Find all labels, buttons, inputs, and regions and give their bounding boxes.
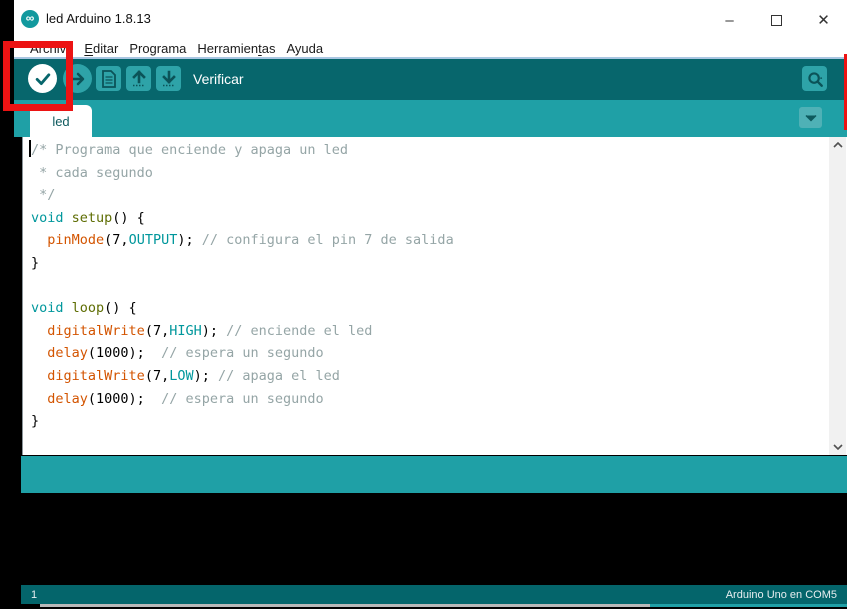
console-output (21, 493, 847, 585)
board-port-indicator: Arduino Uno en COM5 (726, 589, 837, 601)
code-line: } (31, 410, 829, 433)
window-controls: – ✕ (706, 0, 847, 40)
screenshot-canvas: ∞ led Arduino 1.8.13 – ✕ ArchivoEditarPr… (0, 0, 847, 609)
scroll-down-button[interactable] (829, 439, 846, 455)
line-number-indicator: 1 (31, 589, 37, 601)
code-line: * cada segundo (31, 162, 829, 185)
save-sketch-button[interactable] (156, 66, 181, 91)
verify-tooltip-label: Verificar (193, 71, 244, 87)
menu-item-programa[interactable]: Programa (129, 41, 186, 56)
chevron-down-icon (805, 114, 817, 122)
code-line: void setup() { (31, 207, 829, 230)
arrow-up-icon (130, 69, 148, 88)
code-line: delay(1000); // espera un segundo (31, 342, 829, 365)
document-icon (101, 70, 117, 88)
arrow-down-icon (160, 69, 178, 88)
code-line: */ (31, 184, 829, 207)
code-line: } (31, 252, 829, 275)
code-line: void loop() { (31, 297, 829, 320)
menu-bar: ArchivoEditarProgramaHerramientasAyuda (14, 40, 847, 57)
title-bar[interactable]: ∞ led Arduino 1.8.13 – ✕ (14, 0, 847, 40)
menu-item-editar[interactable]: Editar (84, 41, 118, 56)
maximize-icon (771, 15, 782, 26)
window-bottom-edge (40, 604, 650, 607)
arduino-ide-window: ∞ led Arduino 1.8.13 – ✕ ArchivoEditarPr… (14, 0, 847, 604)
status-bar: 1 Arduino Uno en COM5 (21, 585, 847, 604)
editor-scrollbar[interactable] (829, 137, 846, 455)
close-button[interactable]: ✕ (800, 0, 847, 40)
magnifier-icon (806, 70, 824, 88)
code-line (31, 275, 829, 298)
open-sketch-button[interactable] (126, 66, 151, 91)
tab-list-dropdown-button[interactable] (799, 107, 822, 128)
code-line: /* Programa que enciende y apaga un led (31, 139, 829, 162)
code-line: digitalWrite(7,HIGH); // enciende el led (31, 320, 829, 343)
minimize-icon: – (725, 12, 733, 29)
scroll-up-button[interactable] (829, 137, 846, 153)
menu-item-herramientas[interactable]: Herramientas (197, 41, 275, 56)
code-line: pinMode(7,OUTPUT); // configura el pin 7… (31, 229, 829, 252)
console-header-strip[interactable] (21, 456, 847, 493)
code-area[interactable]: /* Programa que enciende y apaga un led … (23, 139, 829, 455)
tab-bar: led (14, 100, 847, 137)
new-sketch-button[interactable] (96, 66, 121, 91)
chevron-up-icon (833, 142, 843, 148)
menu-item-ayuda[interactable]: Ayuda (286, 41, 323, 56)
maximize-button[interactable] (753, 0, 800, 40)
close-icon: ✕ (817, 11, 830, 29)
window-title: led Arduino 1.8.13 (46, 11, 151, 26)
code-line: delay(1000); // espera un segundo (31, 388, 829, 411)
window-bottom-edge-teal (650, 604, 847, 607)
annotation-red-box (3, 41, 73, 111)
serial-monitor-button[interactable] (802, 66, 827, 91)
toolbar: Verificar (14, 59, 847, 100)
chevron-down-icon (833, 444, 843, 450)
code-editor[interactable]: /* Programa que enciende y apaga un led … (22, 137, 847, 455)
minimize-button[interactable]: – (706, 0, 753, 40)
arduino-logo-icon: ∞ (21, 10, 39, 28)
code-line: digitalWrite(7,LOW); // apaga el led (31, 365, 829, 388)
